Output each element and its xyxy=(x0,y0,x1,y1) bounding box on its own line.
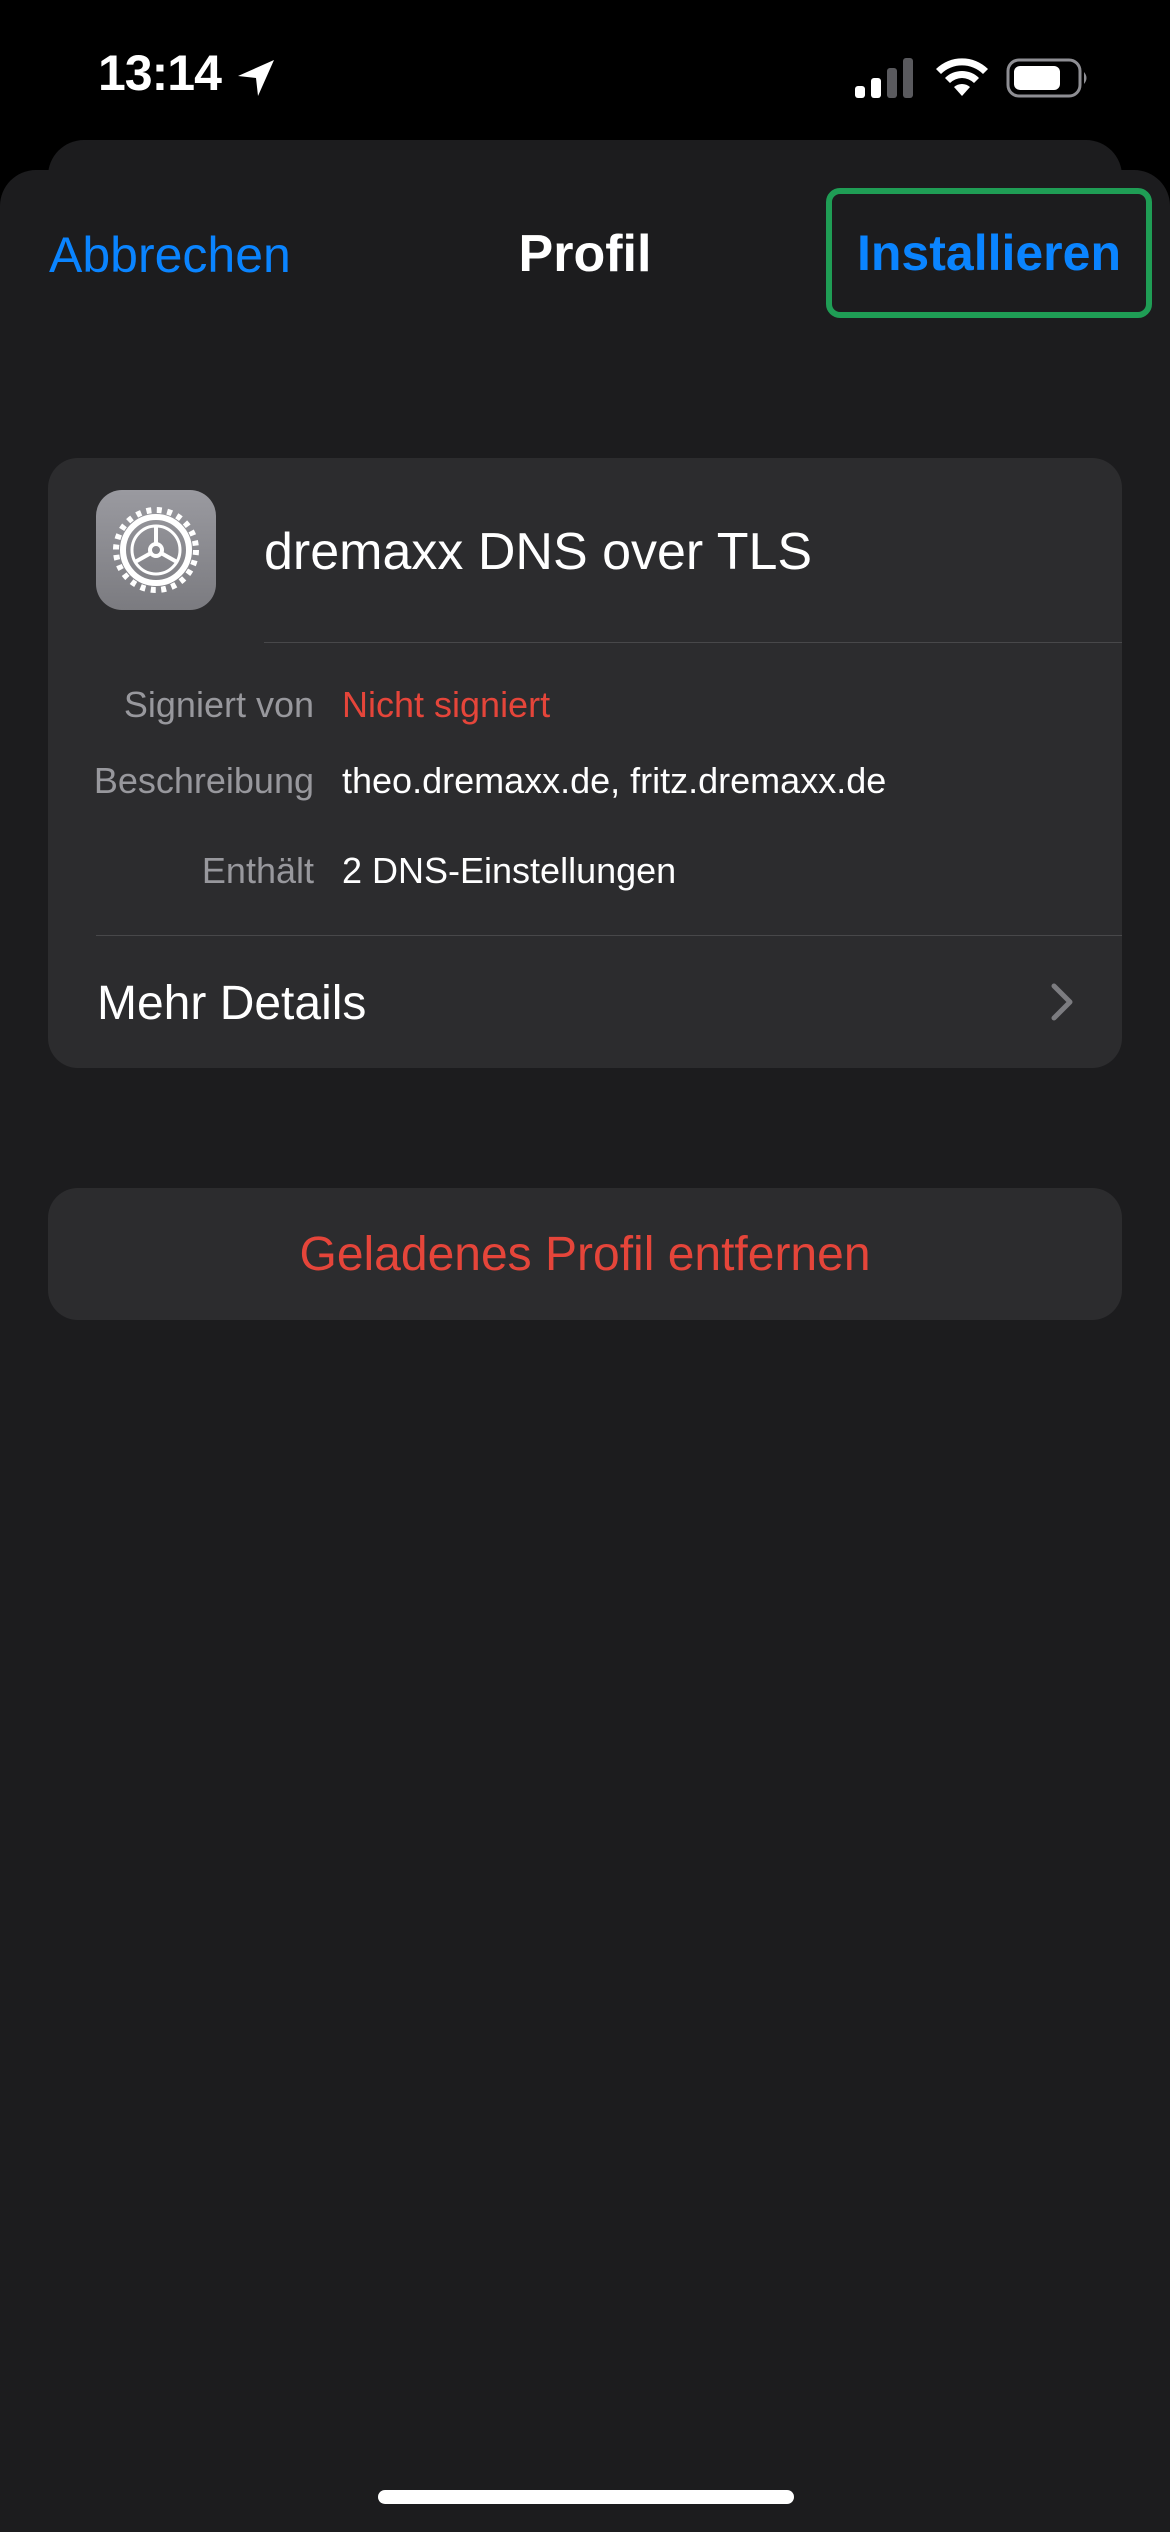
settings-gear-icon xyxy=(96,490,216,610)
install-button-label: Installieren xyxy=(857,225,1121,281)
description-value: theo.dremaxx.de, fritz.dremaxx.de xyxy=(342,760,887,801)
more-details-label: Mehr Details xyxy=(97,977,367,1030)
signed-by-value: Nicht signiert xyxy=(342,684,551,725)
profile-name: dremaxx DNS over TLS xyxy=(264,523,813,581)
location-arrow-icon xyxy=(238,60,274,96)
contains-value: 2 DNS-Einstellungen xyxy=(342,850,677,891)
more-details-row[interactable]: Mehr Details xyxy=(48,936,1122,1068)
install-button[interactable]: Installieren xyxy=(826,188,1152,318)
divider xyxy=(264,642,1122,643)
remove-profile-label: Geladenes Profil entfernen xyxy=(299,1227,871,1281)
contains-label: Enthält xyxy=(201,850,314,891)
profile-card: dremaxx DNS over TLS Signiert von Nicht … xyxy=(48,458,1122,1068)
wifi-icon xyxy=(936,58,988,96)
status-bar: 13:14 xyxy=(0,0,1170,150)
status-time: 13:14 xyxy=(98,45,222,101)
remove-profile-button[interactable]: Geladenes Profil entfernen xyxy=(48,1188,1122,1320)
battery-icon xyxy=(1006,58,1087,98)
signed-by-label: Signiert von xyxy=(123,684,314,725)
home-indicator[interactable] xyxy=(378,2490,794,2504)
description-label: Beschreibung xyxy=(93,760,314,801)
cancel-button[interactable]: Abbrechen xyxy=(49,226,291,284)
cellular-signal-icon xyxy=(855,58,913,98)
chevron-right-icon xyxy=(1051,983,1073,1021)
